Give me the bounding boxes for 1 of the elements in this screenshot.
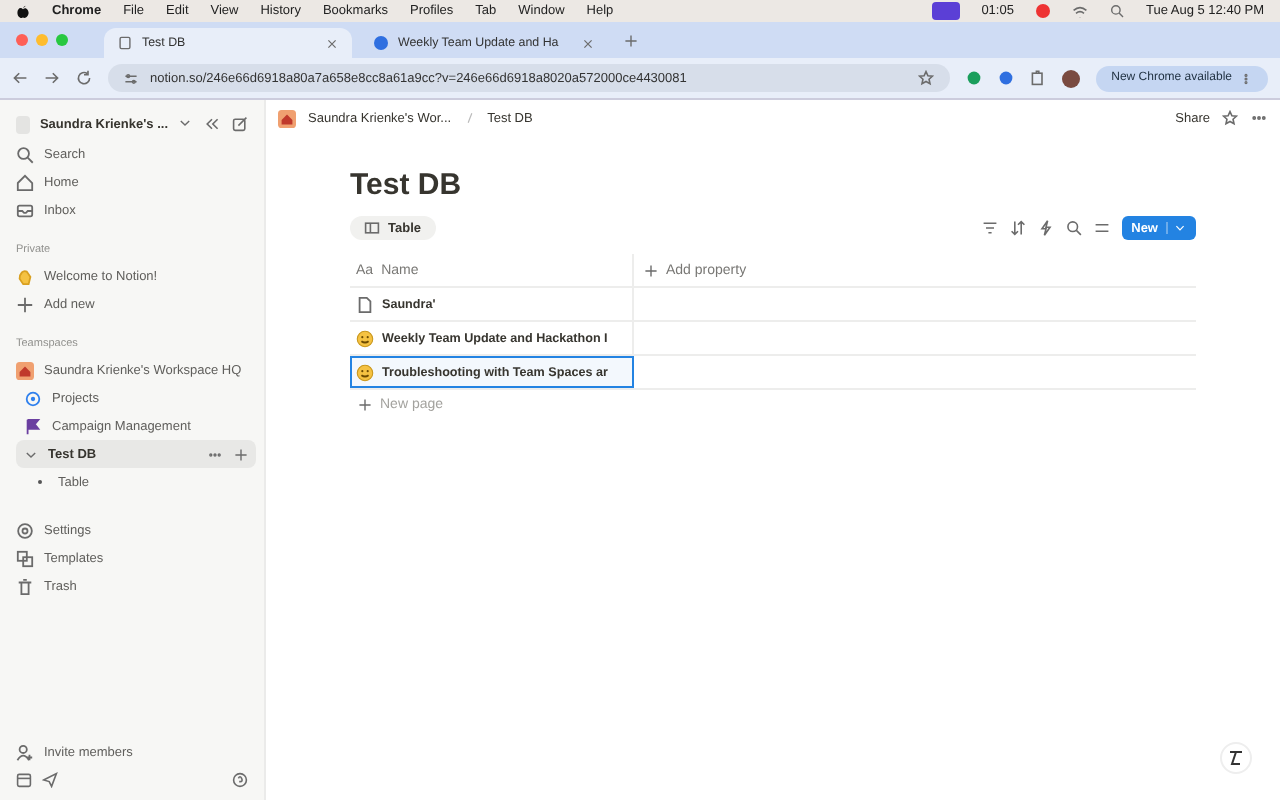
page-title: Test DB: [350, 168, 464, 202]
